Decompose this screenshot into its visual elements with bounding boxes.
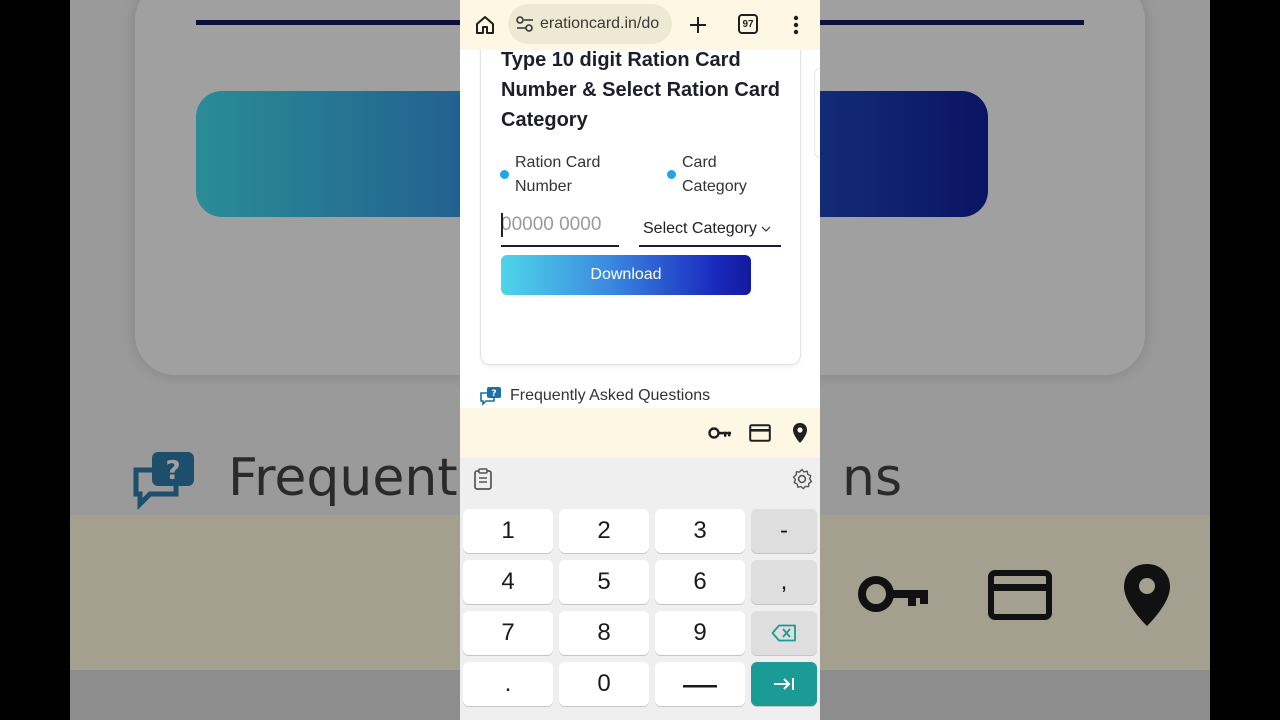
address-bar[interactable]: erationcard.in/do [508, 4, 672, 44]
faq-section-header[interactable]: ? Frequently Asked Questions [480, 386, 710, 406]
home-icon[interactable] [472, 12, 498, 38]
key-7[interactable]: 7 [463, 611, 553, 655]
plus-icon[interactable] [685, 12, 711, 38]
svg-text:?: ? [165, 456, 180, 486]
gear-icon[interactable] [789, 466, 815, 492]
key-4[interactable]: 4 [463, 560, 553, 604]
key-2[interactable]: 2 [559, 509, 649, 553]
page-content: Type 10 digit Ration Card Number & Selec… [460, 50, 820, 408]
backspace-icon [771, 624, 796, 642]
key-icon[interactable] [708, 421, 732, 445]
key-5[interactable]: 5 [559, 560, 649, 604]
next-field-key[interactable] [751, 662, 817, 706]
form-title: Type 10 digit Ration Card Number & Selec… [501, 50, 780, 131]
option-ration-card-number-label: Ration Card Number [515, 154, 601, 195]
background-faq-text-right: ns [842, 448, 903, 508]
key-8[interactable]: 8 [559, 611, 649, 655]
backspace-key[interactable] [751, 611, 817, 655]
numeric-keyboard: 1 2 3 - 4 5 6 , 7 8 9 . 0 [460, 458, 820, 720]
text-caret [501, 213, 503, 237]
clipboard-icon[interactable] [470, 466, 496, 492]
option-card-category-label: Card Category [682, 154, 747, 195]
location-pin-icon[interactable] [788, 421, 812, 445]
key-period[interactable]: . [463, 662, 553, 706]
option-card-category[interactable]: Card Category [667, 151, 762, 199]
autofill-bar [460, 408, 820, 458]
tune-icon[interactable] [516, 16, 534, 32]
download-button[interactable]: Download [501, 255, 751, 295]
phone-screen: erationcard.in/do 97 Type 10 digit Ratio… [460, 0, 820, 720]
download-form-card: Type 10 digit Ration Card Number & Selec… [480, 50, 801, 365]
browser-toolbar: erationcard.in/do 97 [460, 0, 820, 50]
background-key-icon [858, 576, 928, 612]
adjacent-card-edge [814, 68, 820, 158]
background-pin-icon [1124, 564, 1170, 626]
bullet-dot [667, 170, 676, 179]
category-select[interactable]: Select Category [639, 213, 781, 247]
background-faq-icon: ? [133, 452, 194, 510]
credit-card-icon[interactable] [748, 421, 772, 445]
background-faq-text-left: Frequent [228, 448, 458, 508]
url-text: erationcard.in/do [540, 15, 660, 32]
key-3[interactable]: 3 [655, 509, 745, 553]
option-ration-card-number[interactable]: Ration Card Number [500, 151, 615, 199]
svg-text:?: ? [491, 389, 496, 399]
key-minus[interactable]: - [751, 509, 817, 553]
key-comma[interactable]: , [751, 560, 817, 604]
ration-card-input-wrapper [501, 207, 619, 247]
key-1[interactable]: 1 [463, 509, 553, 553]
key-6[interactable]: 6 [655, 560, 745, 604]
space-icon [683, 685, 717, 688]
faq-title: Frequently Asked Questions [510, 387, 711, 404]
faq-icon: ? [480, 387, 501, 406]
ration-card-number-input[interactable] [501, 207, 619, 243]
category-select-value: Select Category [643, 220, 757, 237]
bullet-dot [500, 170, 509, 179]
key-9[interactable]: 9 [655, 611, 745, 655]
tab-next-icon [774, 678, 794, 690]
key-0[interactable]: 0 [559, 662, 649, 706]
more-vert-icon[interactable] [783, 12, 809, 38]
tab-count-button[interactable]: 97 [738, 14, 758, 34]
chevron-down-icon [761, 226, 771, 232]
space-key[interactable] [655, 662, 745, 706]
background-card-icon [988, 570, 1052, 620]
